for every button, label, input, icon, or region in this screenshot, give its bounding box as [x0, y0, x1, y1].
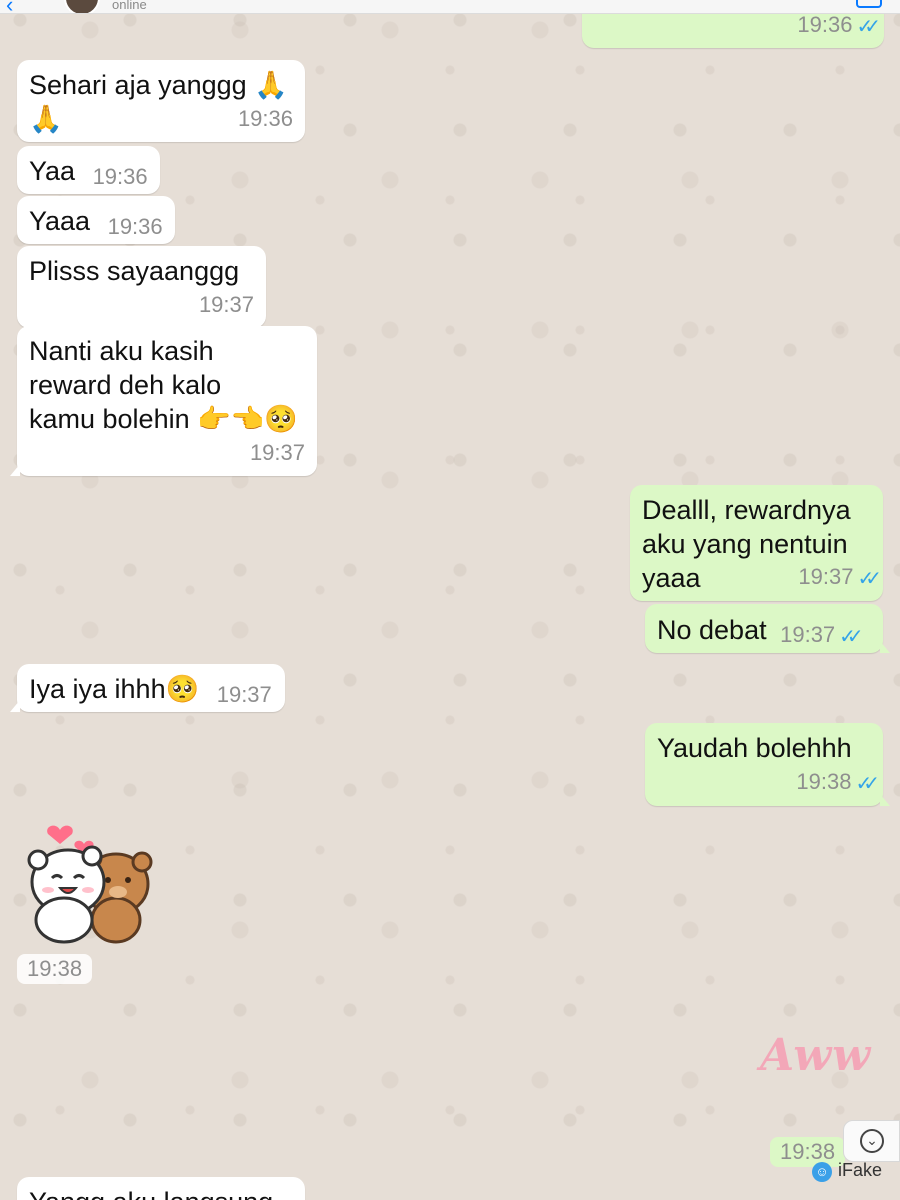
- heart-icon: [47, 825, 73, 844]
- contact-status: online: [112, 0, 147, 12]
- back-chevron-icon[interactable]: ‹: [6, 0, 13, 13]
- double-check-icon: ✓✓: [839, 626, 863, 648]
- message-text: Yangg aku langsung: [29, 1187, 273, 1200]
- message-time: 19:37 ✓✓: [780, 618, 863, 653]
- double-check-icon: ✓✓: [856, 16, 880, 38]
- message-text: Yaudah bolehhh: [657, 733, 852, 763]
- sticker-time: 19:38: [17, 954, 93, 984]
- message-text: Plisss sayaanggg: [29, 256, 240, 286]
- message-text: Yaaa: [29, 206, 91, 236]
- bear-hug-sticker[interactable]: [16, 822, 156, 947]
- message-time: 19:37: [249, 440, 305, 465]
- message-bubble-outgoing[interactable]: Dealll, rewardnya aku yang nentuin yaaa …: [630, 485, 883, 601]
- message-bubble-incoming[interactable]: Sehari aja yanggg 🙏 🙏 19:36: [17, 60, 305, 142]
- message-time: 19:36: [237, 106, 293, 131]
- message-time: 19:36: [107, 214, 163, 239]
- double-check-icon: ✓✓: [855, 773, 879, 795]
- double-check-icon: ✓✓: [857, 568, 881, 590]
- chat-header: ‹ online: [0, 0, 900, 14]
- message-bubble-incoming[interactable]: Iya iya ihhh🥺 19:37: [10, 664, 285, 712]
- message-time: 19:37: [216, 682, 272, 707]
- avatar[interactable]: [64, 0, 100, 13]
- message-time: 19:37: [198, 292, 254, 317]
- message-bubble-incoming[interactable]: Plisss sayaanggg 19:37: [17, 246, 266, 328]
- ifake-logo-icon: ☺: [812, 1162, 832, 1182]
- message-bubble-outgoing[interactable]: Yaudah bolehhh 19:38 ✓✓: [645, 723, 890, 806]
- message-bubble-incoming[interactable]: Yaaa 19:36: [17, 196, 175, 244]
- message-bubble-incoming[interactable]: Yaa 19:36: [17, 146, 160, 194]
- scroll-down-button[interactable]: ⌄: [843, 1120, 900, 1162]
- message-text: No debat: [657, 615, 767, 645]
- video-call-icon[interactable]: [856, 0, 882, 8]
- message-text: Yaa: [29, 156, 76, 186]
- message-text: Nanti aku kasih reward deh kalo kamu bol…: [29, 336, 298, 434]
- chevron-down-icon: ⌄: [860, 1129, 884, 1153]
- message-time: 19:37 ✓✓: [798, 560, 881, 595]
- message-bubble-outgoing[interactable]: No debat 19:37 ✓✓: [645, 604, 890, 653]
- message-bubble-incoming[interactable]: Yangg aku langsung: [17, 1177, 305, 1200]
- message-text: Iya iya ihhh🥺: [29, 674, 200, 704]
- message-bubble-incoming[interactable]: Nanti aku kasih reward deh kalo kamu bol…: [10, 326, 317, 476]
- aww-sticker[interactable]: Aww: [760, 1030, 871, 1081]
- ifake-watermark: ☺ iFake: [812, 1160, 882, 1182]
- message-time: 19:36: [92, 164, 148, 189]
- message-time: 19:38 ✓✓: [657, 765, 879, 800]
